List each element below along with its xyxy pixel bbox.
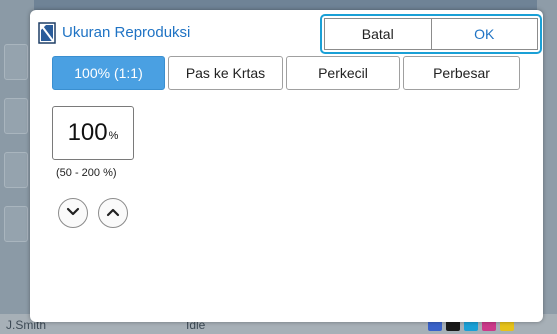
background-sidebar-item bbox=[4, 206, 28, 242]
tab-enlarge[interactable]: Perbesar bbox=[403, 56, 520, 90]
chevron-down-icon bbox=[66, 204, 80, 222]
dialog-actions: Batal OK bbox=[320, 14, 542, 54]
size-value: 100 bbox=[67, 119, 108, 146]
background-sidebar-item bbox=[4, 152, 28, 188]
background-sidebar-item bbox=[4, 44, 28, 80]
size-unit: % bbox=[108, 130, 119, 142]
decrease-button[interactable] bbox=[58, 198, 88, 228]
tab-fit-to-paper[interactable]: Pas ke Krtas bbox=[168, 56, 283, 90]
size-range: (50 - 200 %) bbox=[56, 167, 117, 179]
dialog-header: Ukuran Reproduksi Batal OK bbox=[30, 10, 543, 56]
tab-reduce[interactable]: Perkecil bbox=[286, 56, 400, 90]
reproduction-size-icon bbox=[38, 22, 56, 44]
tab-100-percent[interactable]: 100% (1:1) bbox=[52, 56, 165, 90]
background-sidebar bbox=[0, 0, 34, 334]
reproduction-size-dialog: Ukuran Reproduksi Batal OK 100% (1:1) Pa… bbox=[30, 10, 543, 322]
ok-button[interactable]: OK bbox=[431, 18, 538, 50]
size-value-display[interactable]: 100 % bbox=[52, 106, 134, 160]
chevron-up-icon bbox=[106, 204, 120, 222]
background-sidebar-item bbox=[4, 98, 28, 134]
cancel-button[interactable]: Batal bbox=[324, 18, 432, 50]
increase-button[interactable] bbox=[98, 198, 128, 228]
dialog-title: Ukuran Reproduksi bbox=[62, 24, 191, 41]
size-mode-tabs: 100% (1:1) Pas ke Krtas Perkecil Perbesa… bbox=[52, 56, 520, 90]
